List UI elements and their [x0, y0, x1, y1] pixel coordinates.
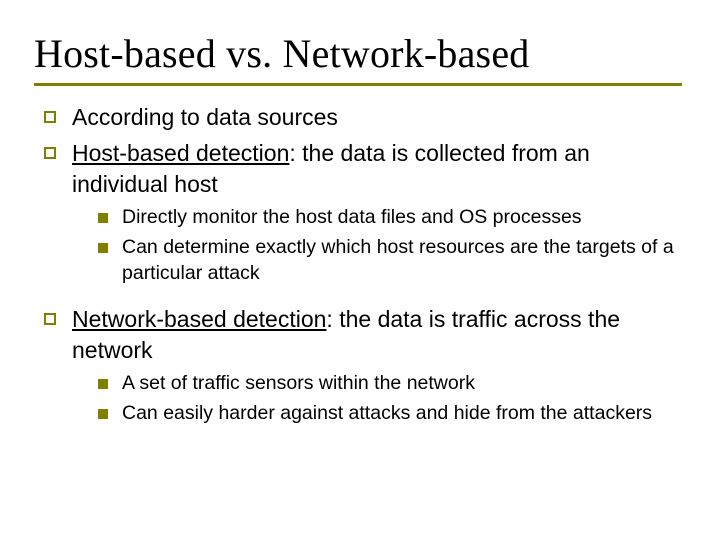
hollow-square-icon	[44, 111, 56, 123]
bullet-l1: Network-based detection: the data is tra…	[44, 304, 682, 365]
solid-square-icon	[98, 379, 108, 389]
bullet-l1: Host-based detection: the data is collec…	[44, 138, 682, 199]
solid-square-icon	[98, 409, 108, 419]
slide: Host-based vs. Network-based According t…	[0, 0, 720, 540]
slide-title: Host-based vs. Network-based	[34, 30, 682, 77]
spacer	[34, 290, 682, 298]
bullet-text: Can easily harder against attacks and hi…	[122, 401, 682, 427]
bullet-underline: Host-based detection	[72, 140, 289, 166]
bullet-text: Host-based detection: the data is collec…	[72, 138, 682, 199]
hollow-square-icon	[44, 313, 56, 325]
title-underline	[34, 83, 682, 86]
bullet-text: Network-based detection: the data is tra…	[72, 304, 682, 365]
solid-square-icon	[98, 243, 108, 253]
bullet-text: Directly monitor the host data files and…	[122, 205, 682, 231]
bullet-text: According to data sources	[72, 102, 682, 132]
solid-square-icon	[98, 213, 108, 223]
bullet-l2: Can determine exactly which host resourc…	[98, 235, 682, 286]
bullet-l2: Directly monitor the host data files and…	[98, 205, 682, 231]
bullet-l2: Can easily harder against attacks and hi…	[98, 401, 682, 427]
bullet-underline: Network-based detection	[72, 306, 326, 332]
hollow-square-icon	[44, 147, 56, 159]
bullet-l1: According to data sources	[44, 102, 682, 132]
bullet-text: Can determine exactly which host resourc…	[122, 235, 682, 286]
bullet-text: A set of traffic sensors within the netw…	[122, 371, 682, 397]
bullet-l2: A set of traffic sensors within the netw…	[98, 371, 682, 397]
